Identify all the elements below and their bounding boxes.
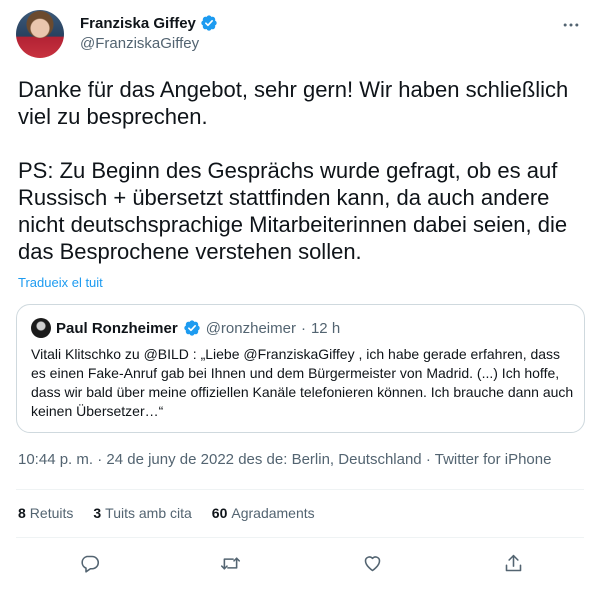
retweet-icon [220,556,240,570]
retweet-button[interactable] [213,546,247,580]
author-name[interactable]: Franziska Giffey [80,15,196,32]
tweet-location[interactable]: Berlin, Deutschland [292,451,422,468]
quoted-tweet-text: Vitali Klitschko zu @BILD : „Liebe @Fran… [31,346,574,419]
retweets-stat[interactable]: 8 Retuits [18,505,73,521]
tweet-date[interactable]: 24 de juny de 2022 [106,451,234,468]
quotes-label: Tuits amb cita [105,505,192,521]
tweet-meta: 10:44 p. m. · 24 de juny de 2022 des de:… [18,451,551,468]
share-icon [505,554,521,571]
separator-dot: · [97,451,103,468]
verified-badge-icon [201,15,217,31]
action-bar [0,540,600,584]
location-prefix: des de: [238,451,288,468]
likes-count: 60 [211,505,228,521]
quoted-author-handle: @ronzheimer [205,319,296,337]
tweet-client[interactable]: Twitter for iPhone [435,451,552,468]
heart-icon [364,555,380,571]
author-name-row: Franziska Giffey [80,14,218,32]
quoted-tweet[interactable]: Paul Ronzheimer @ronzheimer · 12 h Vital… [16,304,585,433]
reply-icon [80,555,99,573]
more-options-icon[interactable] [560,14,582,36]
likes-stat[interactable]: 60 Agradaments [212,505,315,521]
quoted-tweet-header: Paul Ronzheimer @ronzheimer · 12 h [31,318,340,338]
author-handle[interactable]: @FranziskaGiffey [80,35,199,52]
tweet-header: Franziska Giffey @FranziskaGiffey [16,10,584,60]
tweet-stats: 8 Retuits 3 Tuits amb cita 60 Agradaments [18,505,315,521]
retweets-count: 8 [18,505,26,521]
separator-dot: · [300,319,306,337]
verified-badge-icon [184,320,200,336]
quotes-count: 3 [93,505,102,521]
author-avatar[interactable] [16,10,64,58]
retweets-label: Retuits [29,505,74,521]
quotes-stat[interactable]: 3 Tuits amb cita [93,505,191,521]
share-button[interactable] [496,546,530,580]
translate-tweet-link[interactable]: Tradueix el tuit [18,275,103,290]
tweet-time[interactable]: 10:44 p. m. [18,451,93,468]
like-button[interactable] [355,546,389,580]
divider [16,537,584,538]
reply-button[interactable] [72,546,106,580]
divider [16,489,584,490]
tweet-text: Danke für das Angebot, sehr gern! Wir ha… [18,77,569,264]
quoted-author-avatar [31,318,51,338]
quoted-time: 12 h [310,319,341,337]
likes-label: Agradaments [231,505,315,521]
quoted-author-name: Paul Ronzheimer [56,319,178,337]
separator-dot: · [425,451,431,468]
